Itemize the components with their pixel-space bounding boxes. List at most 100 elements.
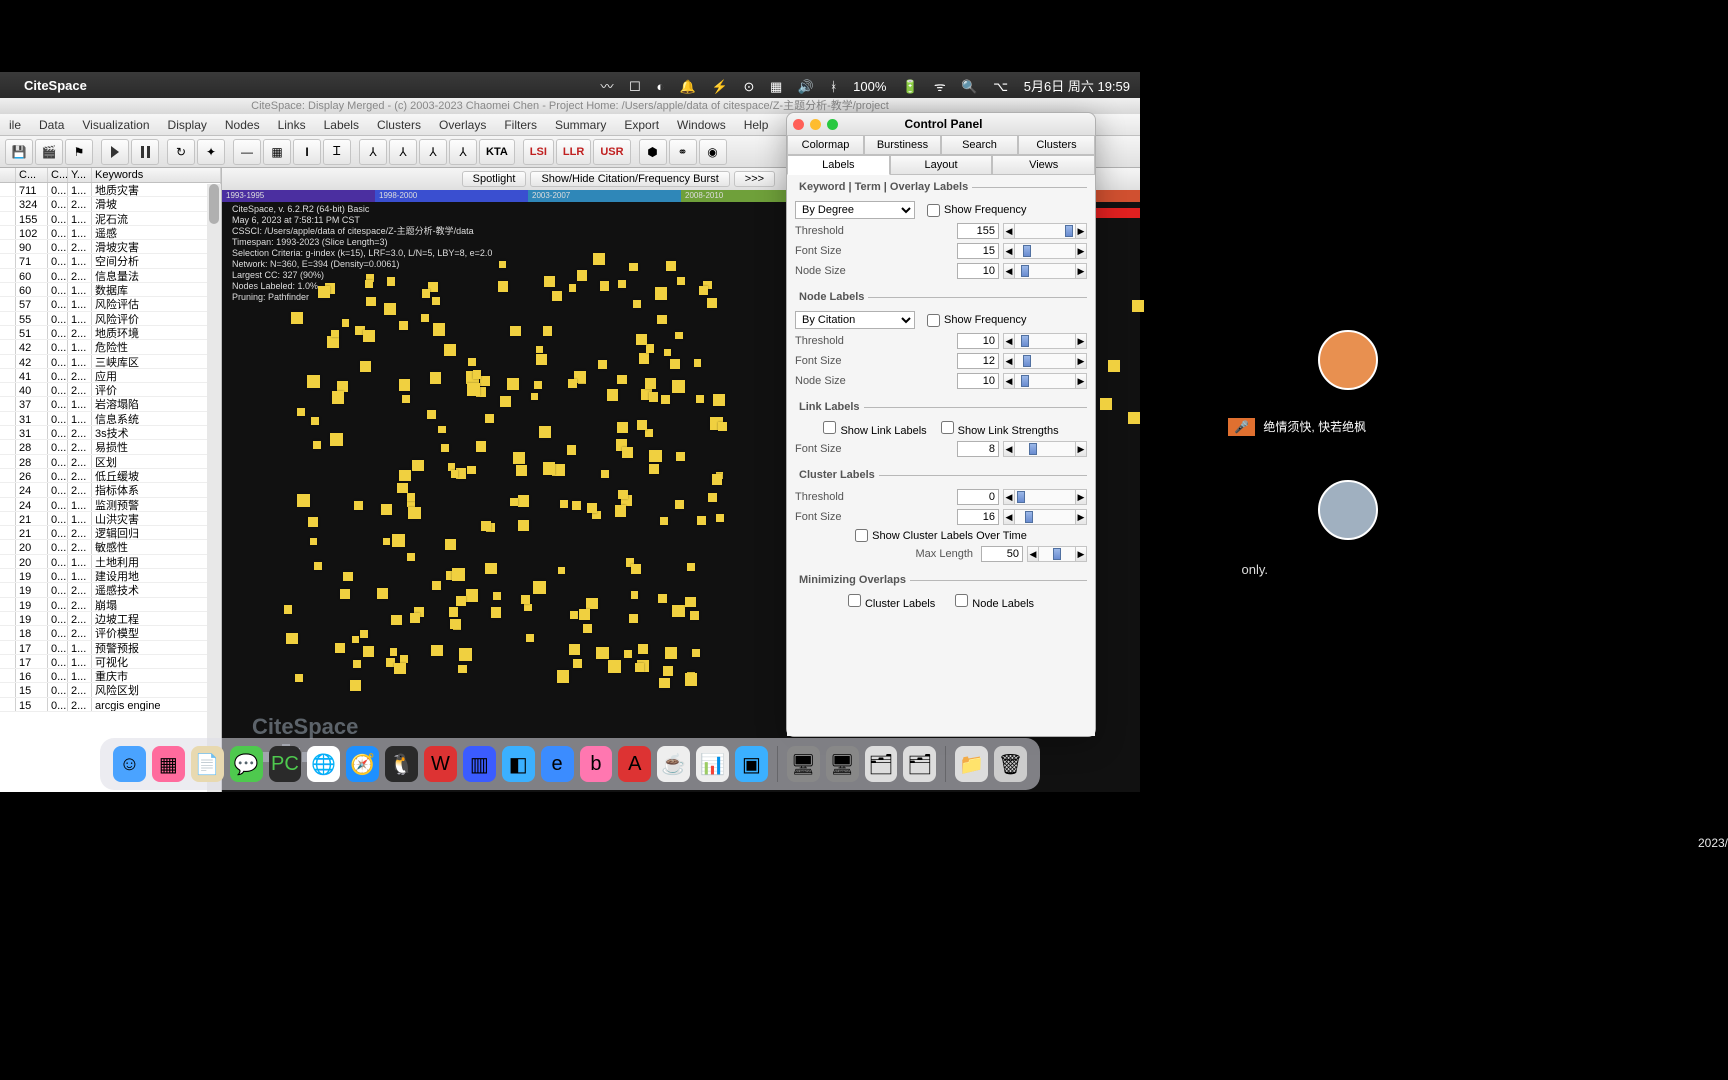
node-fontsize-slider[interactable]: ◀▶ xyxy=(1003,353,1087,369)
graph-node[interactable] xyxy=(672,605,685,618)
graph-node[interactable] xyxy=(500,396,511,407)
graph-node[interactable] xyxy=(353,660,361,668)
graph-node[interactable] xyxy=(291,312,303,324)
graph-node[interactable] xyxy=(363,646,375,658)
table-row[interactable]: 170...1...预警预报 xyxy=(0,641,221,655)
graph-node[interactable] xyxy=(498,281,508,291)
table-row[interactable]: 310...2...3s技术 xyxy=(0,426,221,440)
graph-node[interactable] xyxy=(645,429,653,437)
graph-node[interactable] xyxy=(286,633,298,645)
graph-node[interactable] xyxy=(458,665,466,673)
graph-node[interactable] xyxy=(583,624,592,633)
ktol-showfreq-checkbox[interactable] xyxy=(927,204,940,217)
graph-node[interactable] xyxy=(397,483,408,494)
tv-icon[interactable]: ☐ xyxy=(629,79,641,94)
graph-node[interactable] xyxy=(593,253,605,265)
col-count[interactable]: C... xyxy=(16,168,48,182)
graph-node[interactable] xyxy=(392,534,405,547)
menu-display[interactable]: Display xyxy=(159,118,216,132)
table-row[interactable]: 210...1...山洪灾害 xyxy=(0,512,221,526)
cluster-threshold-value[interactable]: 0 xyxy=(957,489,999,505)
usr-button[interactable]: USR xyxy=(593,139,630,165)
graph-node[interactable] xyxy=(685,673,698,686)
graph-node[interactable] xyxy=(661,395,670,404)
ktol-fontsize-value[interactable]: 15 xyxy=(957,243,999,259)
pycharm-icon[interactable]: PC xyxy=(269,746,302,782)
graph-node[interactable] xyxy=(568,379,577,388)
ktol-nodesize-value[interactable]: 10 xyxy=(957,263,999,279)
graph-node[interactable] xyxy=(391,615,402,626)
graph-node[interactable] xyxy=(441,444,449,452)
graph-node[interactable] xyxy=(311,417,319,425)
launchpad-icon[interactable]: ▦ xyxy=(152,746,185,782)
battery-icon[interactable]: 🔋 xyxy=(902,79,918,94)
graph-node[interactable] xyxy=(573,659,582,668)
line-icon[interactable]: — xyxy=(233,139,261,165)
spotlight-button[interactable]: Spotlight xyxy=(462,171,527,187)
table-row[interactable]: 200...2...敏感性 xyxy=(0,540,221,554)
graph-node[interactable] xyxy=(400,655,409,664)
graph-node[interactable] xyxy=(394,663,405,674)
table-row[interactable]: 200...1...土地利用 xyxy=(0,555,221,569)
menu-visualization[interactable]: Visualization xyxy=(73,118,158,132)
tree1-icon[interactable]: ⅄ xyxy=(359,139,387,165)
graph-node[interactable] xyxy=(467,466,476,475)
doc2-icon[interactable]: 🖥 xyxy=(826,746,859,782)
participant-avatar-1[interactable] xyxy=(1318,330,1378,390)
graph-node[interactable] xyxy=(444,344,456,356)
grid-icon[interactable]: ▦ xyxy=(770,79,782,94)
graph-node[interactable] xyxy=(408,507,420,519)
bilibili-icon[interactable]: b xyxy=(580,746,613,782)
graph-node[interactable] xyxy=(308,517,318,527)
graph-node[interactable] xyxy=(675,500,684,509)
graph-node[interactable] xyxy=(468,358,476,366)
showhide-burst-button[interactable]: Show/Hide Citation/Frequency Burst xyxy=(530,171,729,187)
graph-node[interactable] xyxy=(685,597,696,608)
graph-node[interactable] xyxy=(664,349,671,356)
graph-node[interactable] xyxy=(340,589,350,599)
graph-node[interactable] xyxy=(694,359,702,367)
graph-node[interactable] xyxy=(624,650,632,658)
graph-node[interactable] xyxy=(480,376,490,386)
table-row[interactable]: 190...2...遥感技术 xyxy=(0,583,221,597)
graph-node[interactable] xyxy=(676,452,684,460)
graph-node[interactable] xyxy=(617,422,628,433)
table-row[interactable]: 150...2...风险区划 xyxy=(0,683,221,697)
table-row[interactable]: 170...1...可视化 xyxy=(0,655,221,669)
ktol-nodesize-slider[interactable]: ◀▶ xyxy=(1003,263,1087,279)
graph-node[interactable] xyxy=(284,605,293,614)
graph-node[interactable] xyxy=(638,644,648,654)
play-button[interactable] xyxy=(101,139,129,165)
tab-clusters[interactable]: Clusters xyxy=(1018,135,1095,155)
graph-node[interactable] xyxy=(557,670,570,683)
graph-node[interactable] xyxy=(354,501,363,510)
film-icon[interactable]: 🎬 xyxy=(35,139,63,165)
refresh-icon[interactable]: ↻ xyxy=(167,139,195,165)
graph-node[interactable] xyxy=(313,441,321,449)
bolt-icon[interactable]: ⚡ xyxy=(712,79,728,94)
graph-node[interactable] xyxy=(663,666,673,676)
graph-node[interactable] xyxy=(649,392,658,401)
table-row[interactable]: 310...1...信息系统 xyxy=(0,412,221,426)
graph-node[interactable] xyxy=(558,567,566,575)
graph-node[interactable] xyxy=(665,647,677,659)
graph-node[interactable] xyxy=(708,493,718,503)
chrome-icon[interactable]: 🌐 xyxy=(307,746,340,782)
table-row[interactable]: 280...2...易损性 xyxy=(0,440,221,454)
finder-icon[interactable]: ☺ xyxy=(113,746,146,782)
tree2-icon[interactable]: ⅄ xyxy=(389,139,417,165)
min-cluster-checkbox[interactable] xyxy=(848,594,861,607)
graph-node[interactable] xyxy=(445,539,456,550)
menu-help[interactable]: Help xyxy=(735,118,778,132)
graph-node[interactable] xyxy=(649,450,662,463)
wave-icon[interactable]: 〰 xyxy=(600,79,613,94)
qq-icon[interactable]: 🐧 xyxy=(385,746,418,782)
tab-search[interactable]: Search xyxy=(941,135,1018,155)
graph-node[interactable] xyxy=(314,562,323,571)
graph-node[interactable] xyxy=(433,323,445,335)
table-row[interactable]: 240...2...指标体系 xyxy=(0,483,221,497)
graph-node[interactable] xyxy=(387,277,395,285)
graph-node[interactable] xyxy=(716,514,724,522)
graph-node[interactable] xyxy=(690,611,699,620)
table-row[interactable]: 210...2...逻辑回归 xyxy=(0,526,221,540)
